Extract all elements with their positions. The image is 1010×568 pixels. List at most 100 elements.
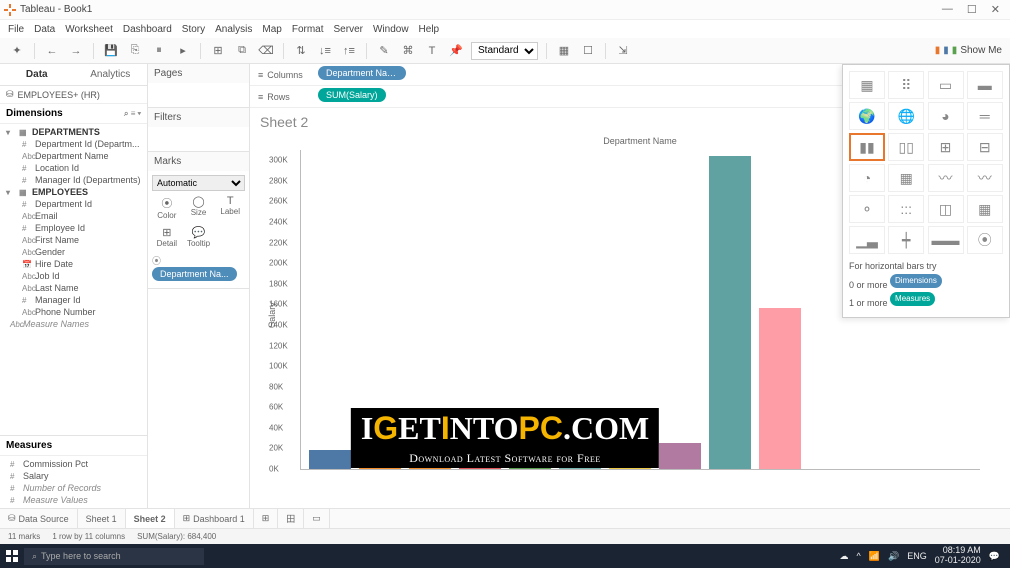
share-button[interactable]: ⇲	[614, 42, 632, 60]
group-button[interactable]: ⌘	[399, 42, 417, 60]
bar[interactable]	[659, 443, 701, 469]
bar[interactable]	[559, 449, 601, 469]
detail-card[interactable]: ⊞Detail	[152, 224, 182, 250]
tab-sheet2[interactable]: Sheet 2	[126, 509, 175, 528]
swap-button[interactable]: ⇅	[292, 42, 310, 60]
sort-desc-button[interactable]: ↑≡	[340, 42, 358, 60]
size-card[interactable]: ◯Size	[184, 193, 214, 222]
field-item[interactable]: AbcGender	[0, 246, 147, 258]
save-button[interactable]: 💾	[102, 42, 120, 60]
menu-window[interactable]: Window	[373, 24, 409, 35]
showme-chart-type[interactable]: ⊟	[967, 133, 1003, 161]
duplicate-button[interactable]: ⧉	[233, 42, 251, 60]
tableau-icon[interactable]: ✦	[8, 42, 26, 60]
tab-datasource[interactable]: ⛁Data Source	[0, 509, 78, 528]
showme-chart-type[interactable]: ═	[967, 102, 1003, 130]
taskbar-search[interactable]: ⌕Type here to search	[24, 548, 204, 565]
run-button[interactable]: ▸	[174, 42, 192, 60]
mark-type-select[interactable]: Automatic	[152, 175, 245, 191]
filters-shelf[interactable]: Filters	[148, 108, 249, 127]
tray-up-icon[interactable]: ^	[857, 551, 861, 561]
measure-item[interactable]: #Measure Values	[0, 494, 147, 506]
field-item[interactable]: #Location Id	[0, 162, 147, 174]
rows-pill[interactable]: SUM(Salary)	[318, 88, 386, 102]
menu-map[interactable]: Map	[262, 24, 281, 35]
showme-chart-type[interactable]: ▦	[849, 71, 885, 99]
showme-chart-type[interactable]: 〰	[967, 164, 1003, 192]
showme-chart-type[interactable]: ⊞	[928, 133, 964, 161]
showme-chart-type[interactable]: ▦	[967, 195, 1003, 223]
bar[interactable]	[609, 455, 651, 469]
measure-names[interactable]: AbcMeasure Names	[0, 318, 147, 330]
fit-select[interactable]: Standard	[471, 42, 538, 60]
field-item[interactable]: #Department Id (Departm...	[0, 138, 147, 150]
field-item[interactable]: AbcFirst Name	[0, 234, 147, 246]
field-item[interactable]: 📅Hire Date	[0, 258, 147, 270]
showme-chart-type[interactable]: ▬	[967, 71, 1003, 99]
showme-chart-type[interactable]: ⠿	[888, 71, 924, 99]
showme-chart-type[interactable]: ◕	[928, 102, 964, 130]
field-item[interactable]: AbcJob Id	[0, 270, 147, 282]
tray-lang[interactable]: ENG	[907, 551, 927, 561]
bar[interactable]	[459, 459, 501, 469]
measure-item[interactable]: #Number of Records	[0, 482, 147, 494]
tray-cloud-icon[interactable]: ☁	[840, 551, 849, 562]
showme-chart-type[interactable]: ▯▯	[888, 133, 924, 161]
minimize-button[interactable]: —	[942, 3, 953, 16]
start-button[interactable]	[4, 548, 20, 564]
bar[interactable]	[709, 156, 751, 469]
tray-notifications-icon[interactable]: 💬	[989, 551, 1000, 562]
menu-help[interactable]: Help	[419, 24, 440, 35]
showme-chart-type[interactable]: :::	[888, 195, 924, 223]
redo-button[interactable]: →	[67, 42, 85, 60]
maximize-button[interactable]: ☐	[967, 3, 977, 16]
color-card[interactable]: ⦿Color	[152, 193, 182, 222]
showme-chart-type[interactable]: 🌐	[888, 102, 924, 130]
tray-clock[interactable]: 08:19 AM 07-01-2020	[935, 546, 981, 566]
bar[interactable]	[409, 416, 451, 470]
pin-button[interactable]: 📌	[447, 42, 465, 60]
tooltip-card[interactable]: 💬Tooltip	[184, 224, 214, 250]
pause-autoupdate-button[interactable]: ⏸	[150, 42, 168, 60]
tab-data[interactable]: Data	[0, 64, 74, 85]
highlight-button[interactable]: ✎	[375, 42, 393, 60]
labels-button[interactable]: T	[423, 42, 441, 60]
datasource-item[interactable]: ⛁ EMPLOYEES+ (HR)	[0, 86, 147, 104]
undo-button[interactable]: ←	[43, 42, 61, 60]
new-dashboard-button[interactable]: 田	[278, 509, 304, 528]
new-worksheet-button[interactable]: ⊞	[209, 42, 227, 60]
table-employees[interactable]: ▾▦EMPLOYEES	[0, 186, 147, 198]
menu-analysis[interactable]: Analysis	[215, 24, 252, 35]
new-story-button[interactable]: ▭	[304, 509, 330, 528]
show-me-button[interactable]: ▮▮▮ Show Me	[935, 45, 1002, 56]
field-item[interactable]: #Manager Id (Departments)	[0, 174, 147, 186]
field-item[interactable]: AbcLast Name	[0, 282, 147, 294]
bar[interactable]	[359, 409, 401, 469]
cards-button[interactable]: ☐	[579, 42, 597, 60]
menu-server[interactable]: Server	[334, 24, 363, 35]
tray-wifi-icon[interactable]: 📶	[869, 551, 880, 562]
menu-file[interactable]: File	[8, 24, 24, 35]
showme-chart-type[interactable]: ⚬	[849, 195, 885, 223]
field-item[interactable]: #Employee Id	[0, 222, 147, 234]
menu-story[interactable]: Story	[182, 24, 205, 35]
showme-chart-type[interactable]: ┿	[888, 226, 924, 254]
color-pill[interactable]: Department Na...	[152, 267, 237, 281]
showme-chart-type[interactable]: ◔	[849, 164, 885, 192]
clear-button[interactable]: ⌫	[257, 42, 275, 60]
table-departments[interactable]: ▾▦DEPARTMENTS	[0, 126, 147, 138]
field-item[interactable]: AbcEmail	[0, 210, 147, 222]
measure-item[interactable]: #Commission Pct	[0, 458, 147, 470]
menu-data[interactable]: Data	[34, 24, 55, 35]
tray-sound-icon[interactable]: 🔊	[888, 551, 899, 562]
showme-chart-type[interactable]: ▁▃	[849, 226, 885, 254]
field-item[interactable]: #Manager Id	[0, 294, 147, 306]
search-fields-icon[interactable]: ⌕ ≡ ▾	[124, 109, 141, 119]
pages-shelf[interactable]: Pages	[148, 64, 249, 83]
menu-format[interactable]: Format	[292, 24, 324, 35]
showme-chart-type[interactable]: ◫	[928, 195, 964, 223]
menu-worksheet[interactable]: Worksheet	[65, 24, 113, 35]
tab-sheet1[interactable]: Sheet 1	[78, 509, 126, 528]
field-item[interactable]: AbcPhone Number	[0, 306, 147, 318]
new-datasource-button[interactable]: ⎘	[126, 42, 144, 60]
